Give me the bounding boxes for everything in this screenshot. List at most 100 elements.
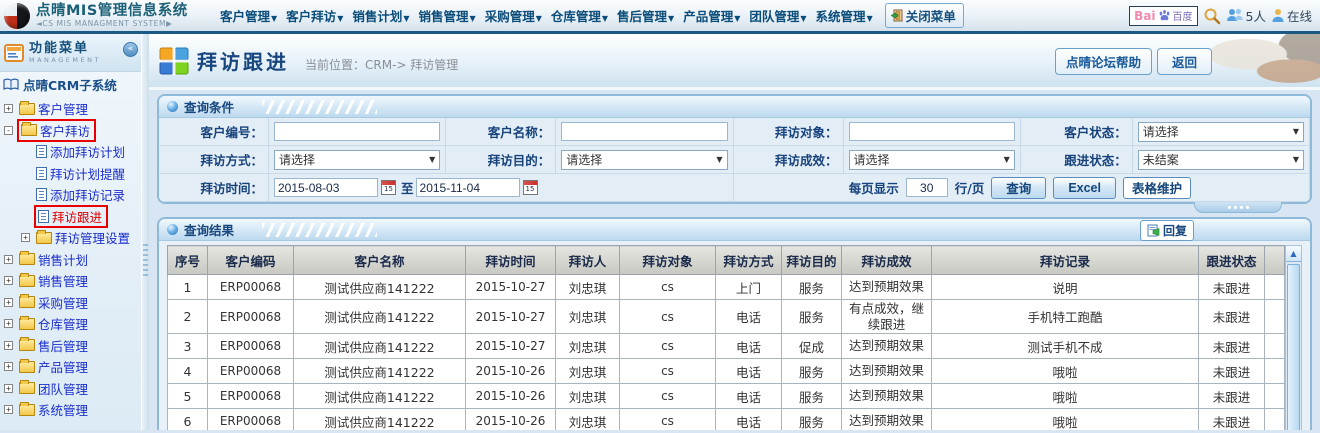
splitter-grip-icon [143,244,148,278]
sidebar-item[interactable]: -客户拜访 [0,120,141,142]
sidebar-item[interactable]: +售后管理 [0,335,141,357]
sidebar-item-label: 拜访跟进 [52,207,102,226]
visit-target-input[interactable] [849,122,1015,141]
table-row: 6ERP00068测试供应商1412222015-10-26刘忠琪cs电话服务达… [168,409,1285,430]
sidebar-collapse-button[interactable]: « [123,42,138,57]
customer-name-link[interactable]: 测试供应商141222 [294,384,466,409]
visit-effect-label: 拜访成效： [734,146,844,174]
customer-name-link[interactable]: 测试供应商141222 [294,409,466,430]
table-cell-filler [1265,300,1285,334]
menu-item[interactable]: 售后管理▼ [617,6,674,25]
expand-node-icon[interactable]: + [4,319,13,328]
menu-item[interactable]: 客户拜访▼ [286,6,343,25]
sidebar-item[interactable]: +采购管理 [0,292,141,314]
expand-node-icon[interactable]: + [4,341,13,350]
folder-icon [19,382,35,394]
customer-status-select[interactable]: 请选择 [1138,122,1304,142]
visit-method-cell: 请选择 [269,146,446,174]
menu-item[interactable]: 系统管理▼ [816,6,873,25]
excel-button[interactable]: Excel [1053,177,1116,199]
menu-item-label: 系统管理 [816,6,866,25]
folder-icon [19,404,35,416]
menu-item[interactable]: 销售计划▼ [352,6,409,25]
reply-button[interactable]: 回复 [1140,220,1194,241]
table-maintain-button[interactable]: 表格维护 [1123,177,1191,199]
online-users[interactable]: 5人 [1226,6,1266,25]
main-header: 拜访跟进 当前位置：CRM-> 拜访管理 点晴论坛帮助 返回 [149,34,1320,87]
table-cell: 上门 [716,275,782,300]
visit-effect-value: 请选择 [854,151,890,168]
baidu-search-widget[interactable]: Bai 百度 [1129,6,1197,26]
visit-purpose-select[interactable]: 请选择 [561,150,727,170]
calendar-icon[interactable] [523,180,538,195]
query-button[interactable]: 查询 [991,177,1046,199]
sidebar-item[interactable]: 添加拜访计划 [0,141,141,163]
menu-item[interactable]: 仓库管理▼ [551,6,608,25]
tree-label-box: 添加拜访记录 [34,185,127,204]
table-cell: cs [620,409,716,430]
sidebar-system-row[interactable]: 点晴CRM子系统 [0,72,141,96]
follow-status-select[interactable]: 未结案 [1138,150,1304,170]
table-cell: 哦啦 [932,359,1199,384]
menu-item[interactable]: 采购管理▼ [485,6,542,25]
visit-method-select[interactable]: 请选择 [274,150,440,170]
customer-name-link[interactable]: 测试供应商141222 [294,359,466,384]
visit-time-cell: 至 [269,174,734,202]
sidebar-item-label: 仓库管理 [38,314,88,333]
menu-item[interactable]: 客户管理▼ [220,6,277,25]
calendar-icon[interactable] [381,180,396,195]
customer-name-link[interactable]: 测试供应商141222 [294,300,466,334]
sidebar-item[interactable]: +客户管理 [0,98,141,120]
menu-item[interactable]: 团队管理▼ [749,6,806,25]
customer-name-input[interactable] [561,122,727,141]
date-to-input[interactable] [416,178,520,197]
expand-node-icon[interactable]: + [4,405,13,414]
scroll-up-icon[interactable]: ▲ [1286,246,1301,262]
menu-item[interactable]: 销售管理▼ [419,6,476,25]
search-icon[interactable] [1203,7,1221,25]
expand-node-icon[interactable]: + [4,255,13,264]
customer-name-link[interactable]: 测试供应商141222 [294,334,466,359]
date-from-input[interactable] [274,178,378,197]
close-menu-button[interactable]: 关闭菜单 [885,3,964,28]
sidebar-item[interactable]: 添加拜访记录 [0,184,141,206]
expand-node-icon[interactable]: + [4,276,13,285]
scroll-thumb[interactable] [1287,264,1300,430]
highlight-box: 客户拜访 [17,119,96,142]
sidebar-item[interactable]: + 仓库管理 [0,313,141,335]
customer-code-input[interactable] [274,122,440,141]
column-header-filler [1265,246,1285,275]
expand-node-icon[interactable]: + [21,233,30,242]
menu-item[interactable]: 产品管理▼ [683,6,740,25]
app-logo-icon [4,3,30,29]
back-button[interactable]: 返回 [1157,48,1212,75]
follow-status-value: 未结案 [1143,151,1179,168]
table-cell: 说明 [932,275,1199,300]
visit-effect-select[interactable]: 请选择 [849,150,1015,170]
table-cell: 刘忠琪 [556,359,620,384]
splitter[interactable] [141,34,149,430]
expand-node-icon[interactable]: + [4,298,13,307]
sidebar-item-label: 拜访计划提醒 [50,164,125,183]
table-cell: 促成 [782,334,842,359]
sidebar-item[interactable]: +系统管理 [0,399,141,421]
expand-node-icon[interactable]: + [4,104,13,113]
sidebar-item[interactable]: +团队管理 [0,378,141,400]
forum-help-button[interactable]: 点晴论坛帮助 [1055,48,1152,75]
expand-node-icon[interactable]: + [4,384,13,393]
online-status[interactable]: 在线 [1271,6,1312,25]
vertical-scrollbar[interactable]: ▲ [1285,245,1302,430]
sidebar-item[interactable]: 拜访跟进 [0,206,141,228]
sidebar-item[interactable]: +拜访管理设置 [0,227,141,249]
orb-icon [167,224,178,235]
sidebar-item[interactable]: +销售管理 [0,270,141,292]
sidebar-item[interactable]: +产品管理 [0,356,141,378]
expand-node-icon[interactable]: + [4,362,13,371]
customer-name-link[interactable]: 测试供应商141222 [294,275,466,300]
collapse-node-icon[interactable]: - [4,126,13,135]
sidebar-item[interactable]: 拜访计划提醒 [0,163,141,185]
per-page-input[interactable] [906,178,948,197]
column-header: 拜访成效 [842,246,932,275]
follow-status-label: 跟进状态： [1021,146,1133,174]
sidebar-item[interactable]: +销售计划 [0,249,141,271]
